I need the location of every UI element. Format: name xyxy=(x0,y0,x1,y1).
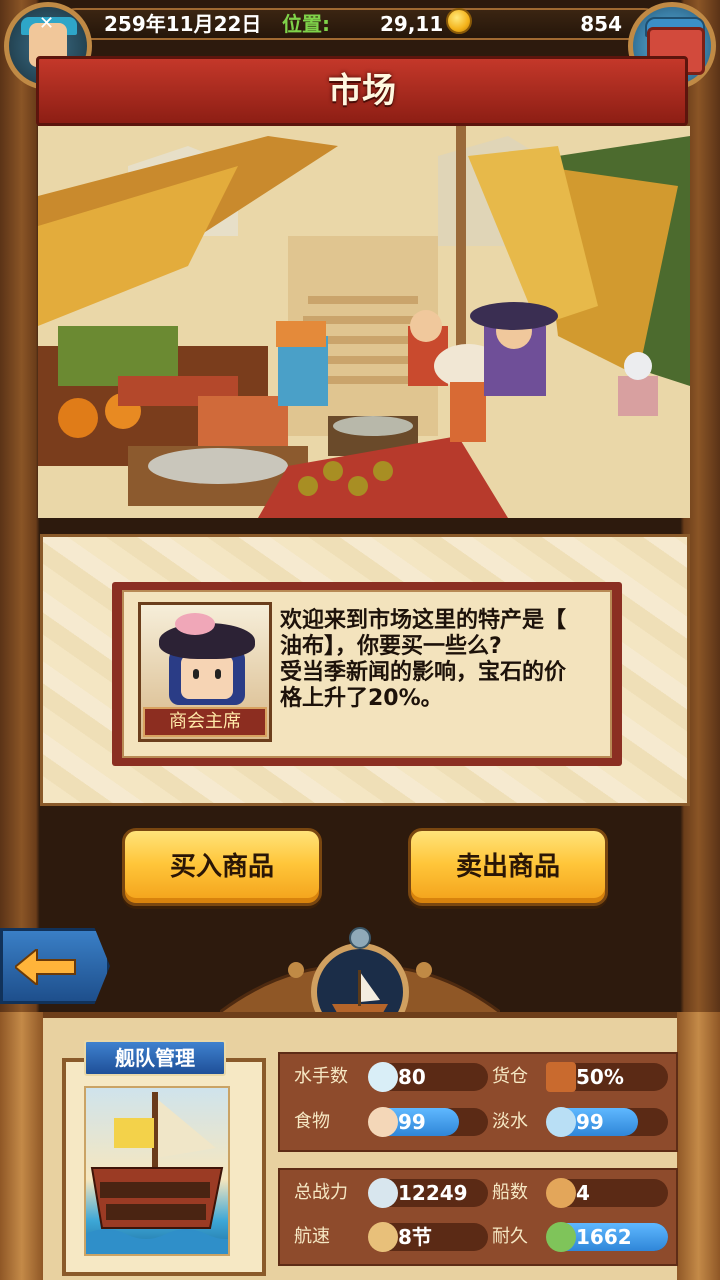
stat-label-ships: 船数 xyxy=(492,1182,528,1203)
page-title: 市场 xyxy=(328,71,396,111)
location-value: 29,11 xyxy=(380,12,444,36)
market-scene-illustration xyxy=(38,126,690,518)
gold-coin-icon xyxy=(446,8,472,34)
stat-label-speed: 航速 xyxy=(294,1226,330,1247)
gold-amount: 854 xyxy=(580,12,622,36)
speaker-name: 商会主席 xyxy=(169,711,241,732)
ship-count-icon xyxy=(546,1178,576,1208)
stat-value-cargo: 50% xyxy=(576,1065,624,1089)
buy-goods-button[interactable]: 买入商品 xyxy=(122,828,322,906)
stat-value-power: 12249 xyxy=(398,1181,468,1205)
speaker-portrait: 商会主席 xyxy=(138,602,272,742)
water-icon xyxy=(546,1107,576,1137)
dialog-text: 欢迎来到市场这里的特产是【 油布】，你要买一些么? 受当季新闻的影响，宝石的价 … xyxy=(280,608,606,712)
stat-value-durability: 1662 xyxy=(576,1225,632,1249)
stat-value-ships: 4 xyxy=(576,1181,590,1205)
back-button[interactable] xyxy=(0,928,110,1004)
stat-value-food: 99 xyxy=(398,1110,426,1134)
dialog-line: 格上升了20%。 xyxy=(280,686,443,711)
sell-goods-button[interactable]: 卖出商品 xyxy=(408,828,608,906)
flagship-image[interactable] xyxy=(84,1086,230,1256)
stat-label-power: 总战力 xyxy=(294,1182,348,1203)
dialog-line: 油布】，你要买一些么? xyxy=(280,634,502,659)
dialog-line: 欢迎来到市场这里的特产是【 xyxy=(280,608,567,633)
dialog-line: 受当季新闻的影响，宝石的价 xyxy=(280,660,567,685)
stat-value-sailors: 80 xyxy=(398,1065,426,1089)
fleet-management-title: 舰队管理 xyxy=(115,1046,195,1070)
stat-label-sailors: 水手数 xyxy=(294,1066,348,1087)
sailor-icon xyxy=(368,1062,398,1092)
stat-value-water: 99 xyxy=(576,1110,604,1134)
stat-label-durability: 耐久 xyxy=(492,1226,528,1247)
stat-label-water: 淡水 xyxy=(492,1111,528,1132)
location-label: 位置: xyxy=(282,12,330,36)
game-date: 259年11月22日 xyxy=(104,12,262,36)
sell-goods-label: 卖出商品 xyxy=(455,852,560,882)
food-icon xyxy=(368,1107,398,1137)
power-icon xyxy=(368,1178,398,1208)
buy-goods-label: 买入商品 xyxy=(169,852,274,882)
stat-label-cargo: 货仓 xyxy=(492,1066,528,1087)
speed-icon xyxy=(368,1222,398,1252)
cargo-icon xyxy=(546,1062,576,1092)
durability-icon xyxy=(546,1222,576,1252)
stat-label-food: 食物 xyxy=(294,1111,330,1132)
stat-value-speed: 8节 xyxy=(398,1225,432,1249)
arrow-left-icon xyxy=(15,949,76,985)
